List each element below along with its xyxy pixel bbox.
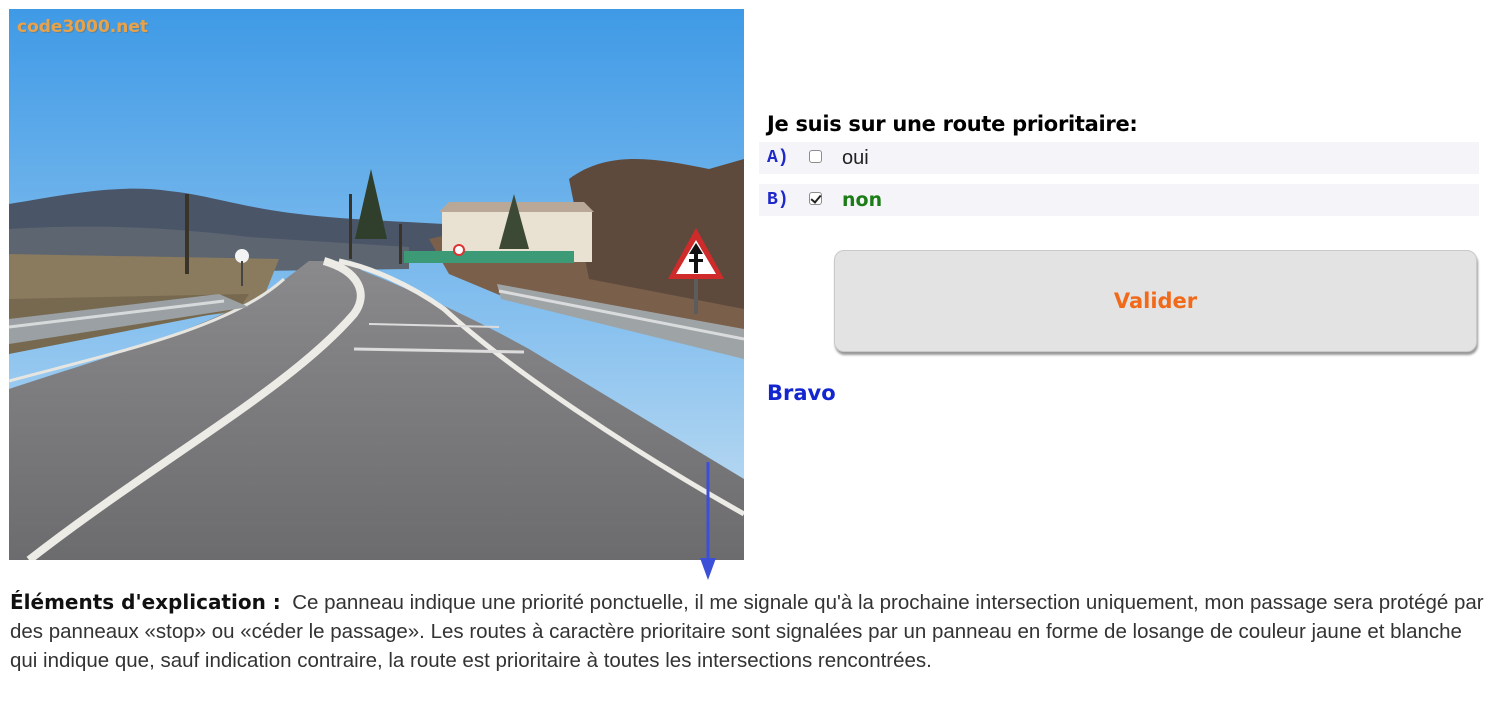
result-message: Bravo <box>767 381 836 405</box>
answer-option-a[interactable]: A) oui <box>759 142 1479 174</box>
answer-label-a: oui <box>842 146 869 169</box>
road-scene-image: code3000.net <box>9 9 744 560</box>
explanation-label: Éléments d'explication : <box>10 590 281 614</box>
answer-option-b[interactable]: B) non <box>759 184 1479 216</box>
answer-label-b: non <box>842 189 883 211</box>
answer-letter-a: A) <box>767 148 789 168</box>
answer-letter-b: B) <box>767 190 789 210</box>
explanation-paragraph: Éléments d'explication : Ce panneau indi… <box>10 588 1485 675</box>
answer-checkbox-b[interactable] <box>809 191 822 205</box>
annotation-arrow-icon <box>700 462 716 580</box>
validate-button[interactable]: Valider <box>834 250 1477 352</box>
question-text: Je suis sur une route prioritaire: <box>767 112 1138 136</box>
answer-checkbox-a[interactable] <box>809 149 822 163</box>
watermark-label: code3000.net <box>17 17 148 37</box>
